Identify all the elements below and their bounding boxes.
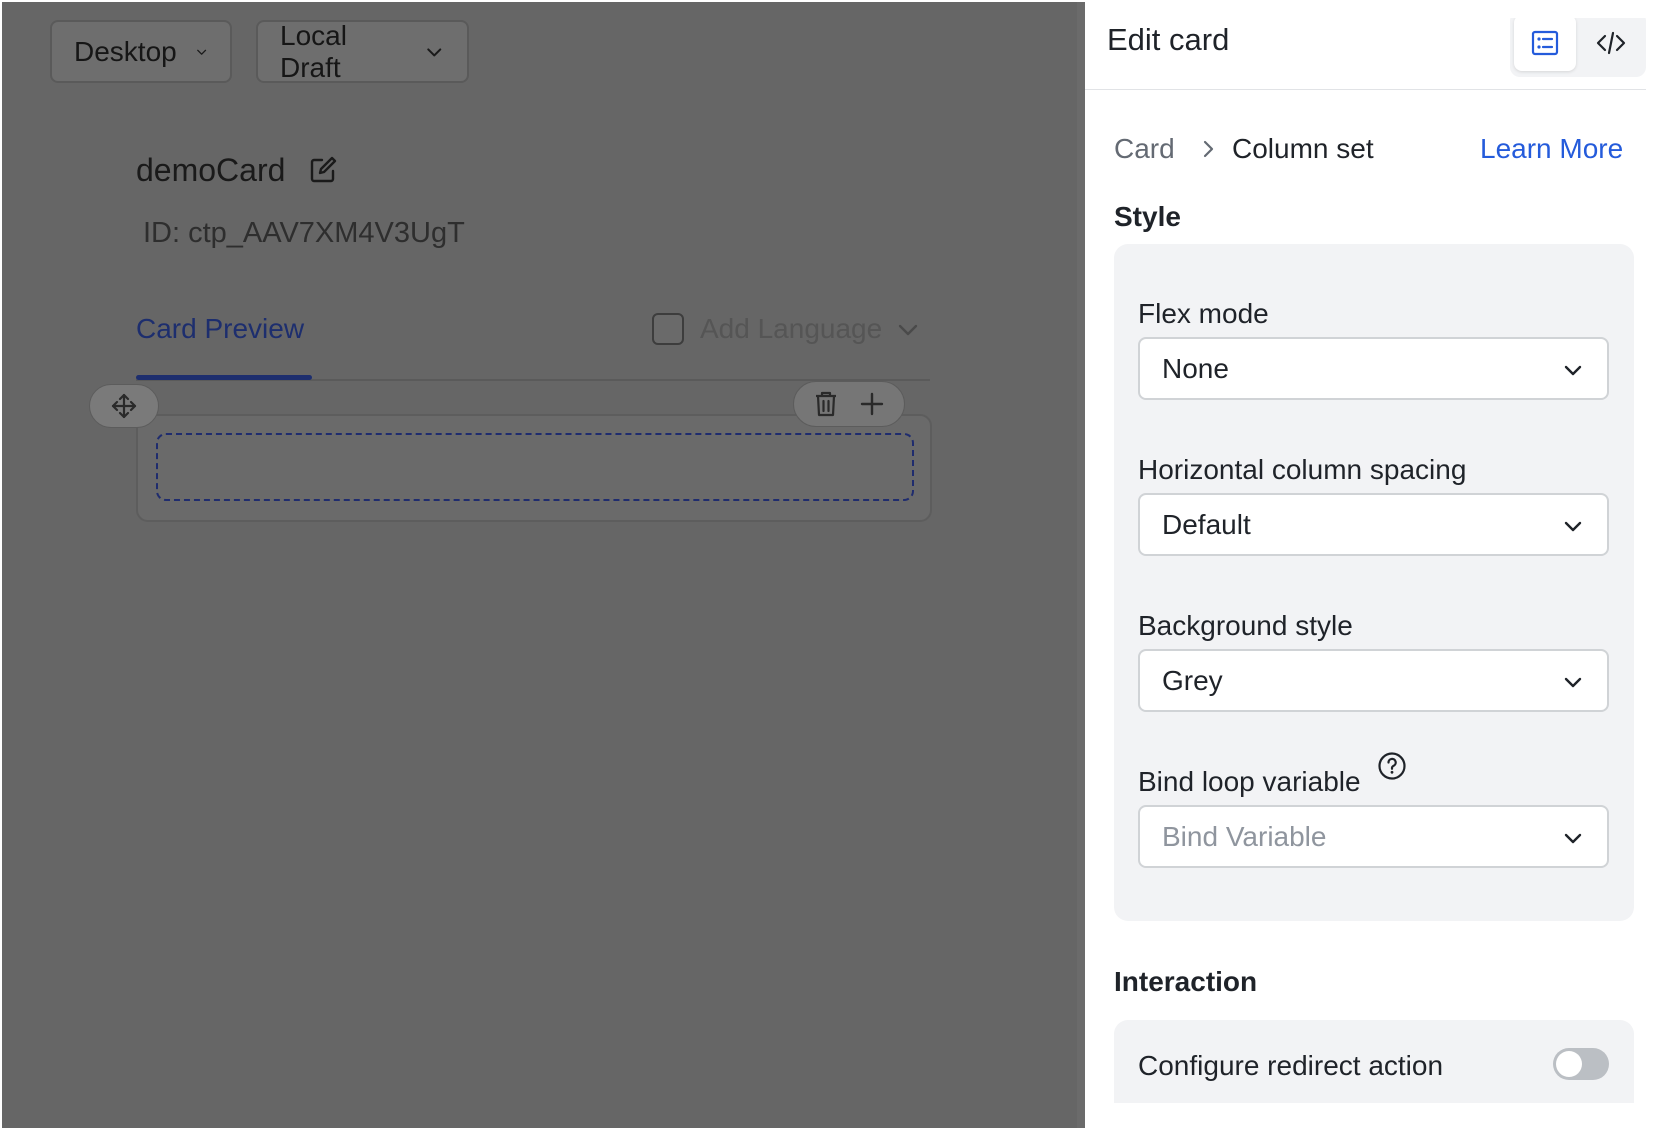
background-style-label: Background style [1138,610,1353,641]
card-id: ID: ctp_AAV7XM4V3UgT [143,217,465,249]
version-select-value: Local Draft [280,19,347,83]
view-mode-toggle [1510,18,1646,77]
add-language-label[interactable]: Add Language [700,313,882,345]
chevron-down-icon [427,47,442,56]
background-style-value: Grey [1162,664,1223,696]
device-select-value: Desktop [74,35,177,67]
tab-card-preview[interactable]: Card Preview [136,313,304,345]
chevron-down-icon [1564,833,1582,844]
panel-edge [1646,18,1672,1128]
flex-mode-value: None [1162,352,1229,384]
flex-mode-label: Flex mode [1138,298,1269,329]
redirect-action-label: Configure redirect action [1138,1050,1444,1081]
chevron-right-icon [1203,140,1214,158]
device-select[interactable]: Desktop [50,20,232,83]
column-spacing-label: Horizontal column spacing [1138,454,1467,485]
move-icon [111,393,137,419]
chevron-down-icon [1564,365,1582,376]
code-view-button[interactable] [1580,18,1642,71]
learn-more-link[interactable]: Learn More [1480,133,1623,165]
edit-icon[interactable] [307,154,339,186]
plus-icon[interactable] [859,391,885,417]
bind-loop-variable-label: Bind loop variable [1138,766,1361,797]
breadcrumb-column-set: Column set [1232,133,1374,164]
app-root: Desktop Local Draft demoCard ID: ctp_AAV… [0,0,1674,1130]
chevron-down-icon[interactable] [896,318,920,342]
help-icon[interactable] [1377,751,1407,781]
bind-variable-placeholder: Bind Variable [1162,820,1327,852]
column-placeholder[interactable] [156,433,914,501]
trash-icon[interactable] [813,390,839,418]
chevron-down-icon [1564,677,1582,688]
code-view-icon [1596,31,1626,55]
chevron-down-icon [1564,521,1582,532]
flex-mode-select[interactable]: None [1138,337,1609,400]
edit-card-panel: Edit card Card Column set Learn More Sty… [1085,18,1646,1103]
block-toolbar [793,381,905,427]
panel-title: Edit card [1107,22,1230,57]
bind-variable-select[interactable]: Bind Variable [1138,805,1609,868]
list-view-icon [1531,30,1559,56]
panel-divider [1077,2,1085,1128]
style-section-title: Style [1114,201,1181,232]
chevron-down-icon [196,49,206,55]
toggle-knob [1556,1051,1582,1077]
card-name: demoCard [136,152,286,188]
active-tab-indicator [136,375,312,380]
panel-bottom-edge [1085,1103,1674,1130]
drag-handle[interactable] [89,384,159,428]
redirect-action-toggle[interactable] [1553,1048,1609,1080]
breadcrumb-card[interactable]: Card [1114,133,1175,165]
background-style-select[interactable]: Grey [1138,649,1609,712]
panel-header: Edit card [1085,18,1646,90]
form-view-button[interactable] [1514,18,1576,71]
add-language-checkbox[interactable] [652,313,684,345]
column-spacing-value: Default [1162,508,1251,540]
interaction-section-title: Interaction [1114,966,1258,997]
column-spacing-select[interactable]: Default [1138,493,1609,556]
version-select[interactable]: Local Draft [256,20,469,83]
